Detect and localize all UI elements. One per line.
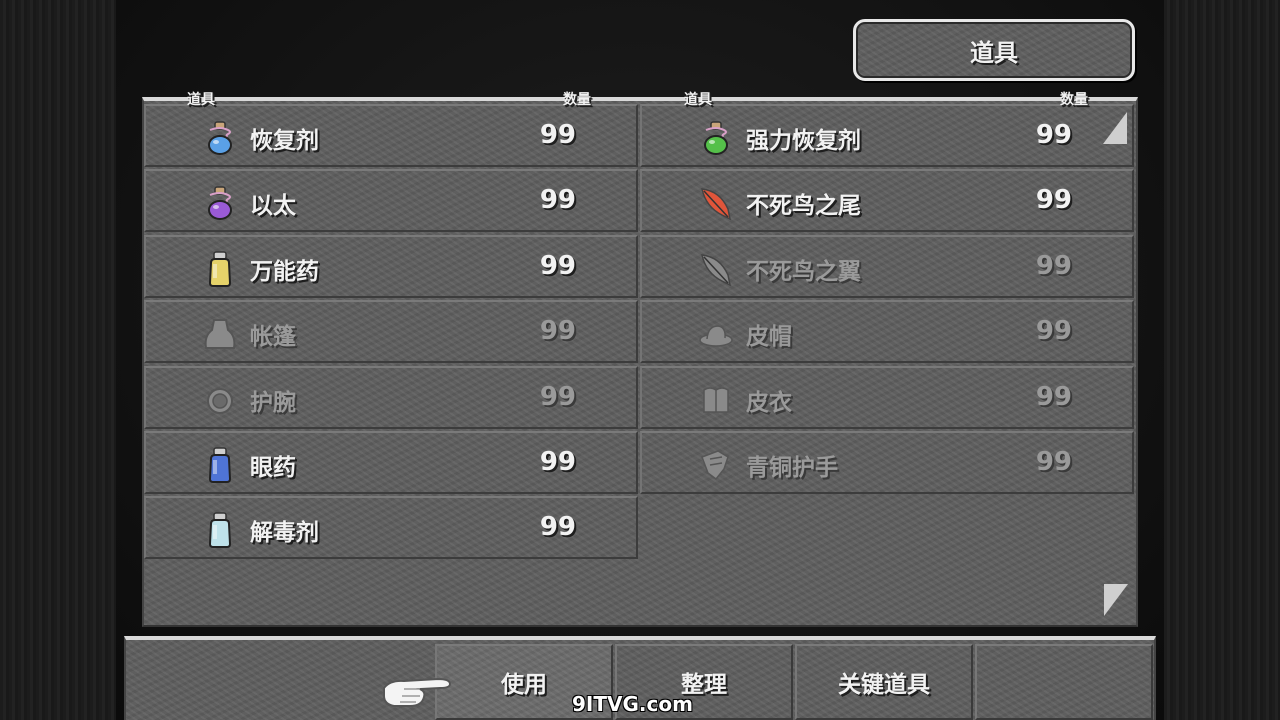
item-row[interactable]: 眼药 99 [144,431,638,494]
item-name: 强力恢复剂 [746,128,861,154]
item-quantity: 99 [539,120,576,150]
item-quantity: 99 [1035,381,1072,412]
armor-icon [698,382,734,418]
tent-icon [202,316,238,352]
item-name: 不死鸟之翼 [746,258,861,285]
item-quantity: 99 [539,316,576,347]
armlet-icon [202,382,238,418]
item-row[interactable]: 不死鸟之翼 99 [640,234,1134,298]
blue-bottle-icon [202,447,238,483]
item-quantity: 99 [1035,185,1072,216]
item-quantity: 99 [539,250,576,281]
item-name: 以太 [250,193,296,220]
menu-title: 道具 [853,19,1135,81]
item-name: 不死鸟之尾 [746,193,861,220]
item-row[interactable]: 护腕 99 [144,365,638,429]
right-qty-header: 数量 [1060,92,1088,108]
item-quantity: 99 [1035,120,1072,150]
item-row[interactable]: 帐篷 99 [144,300,638,364]
item-quantity: 99 [539,447,576,477]
left-border [0,0,116,720]
item-row[interactable]: 青铜护手 99 [640,431,1134,494]
item-row[interactable]: 皮衣 99 [640,365,1134,429]
pointing-hand-cursor-icon [383,677,452,707]
item-quantity: 99 [539,512,576,543]
hat-icon [698,316,734,352]
key-items-command[interactable]: 关键道具 [795,644,973,720]
item-row[interactable]: 皮帽 99 [640,300,1134,364]
grey-feather-icon [698,251,734,287]
item-name: 解毒剂 [250,520,319,547]
left-qty-header: 数量 [563,92,591,108]
purple-potion-icon [202,185,238,221]
light-blue-bottle-icon [202,512,238,549]
item-row[interactable]: 不死鸟之尾 99 [640,169,1134,233]
left-item-header: 道具 [187,92,215,108]
item-quantity: 99 [1035,316,1072,347]
watermark: 9ITVG.com [572,692,693,716]
phoenix-feather-icon [698,185,734,221]
right-item-header: 道具 [684,92,712,108]
empty-command-slot [975,644,1153,720]
yellow-bottle-icon [202,251,238,287]
item-quantity: 99 [539,185,576,216]
item-row[interactable]: 强力恢复剂 99 [640,104,1134,167]
item-row[interactable]: 万能药 99 [144,234,638,298]
item-name: 皮衣 [746,389,792,416]
scroll-up-arrow-icon[interactable] [1103,112,1127,144]
item-name: 皮帽 [746,324,792,351]
green-potion-icon [698,120,734,156]
gauntlet-icon [698,447,734,483]
item-name: 恢复剂 [250,128,319,154]
scroll-down-arrow-icon[interactable] [1104,584,1128,616]
item-quantity: 99 [1035,447,1072,477]
item-name: 青铜护手 [746,455,838,481]
item-row[interactable]: 解毒剂 99 [144,496,638,560]
item-quantity: 99 [539,381,576,412]
right-border [1164,0,1280,720]
item-name: 护腕 [250,389,296,416]
item-name: 眼药 [250,455,296,481]
blue-potion-icon [202,120,238,156]
item-row[interactable]: 以太 99 [144,169,638,233]
item-name: 帐篷 [250,324,296,351]
item-row[interactable]: 恢复剂 99 [144,104,638,167]
item-name: 万能药 [250,258,319,285]
item-quantity: 99 [1035,250,1072,281]
